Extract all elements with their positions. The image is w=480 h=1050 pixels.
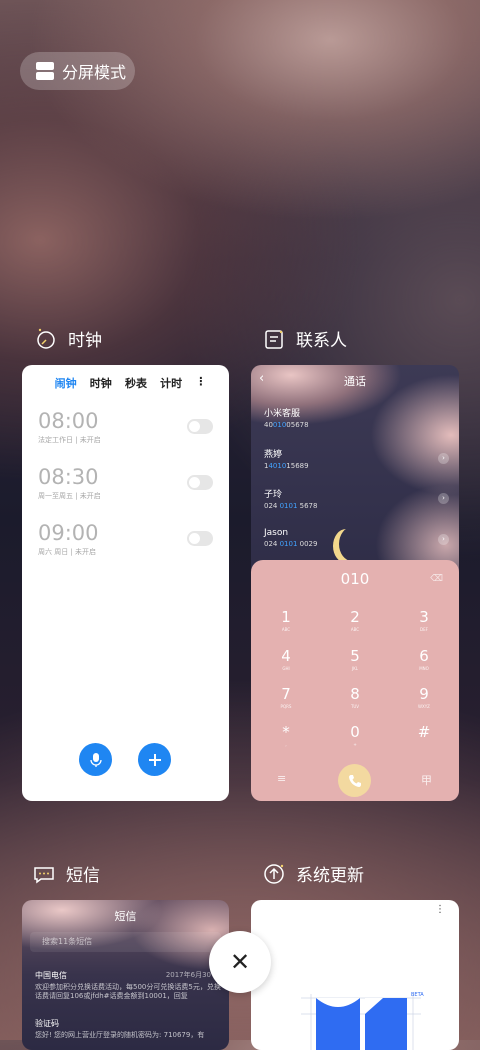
backspace-icon[interactable]: ⌫ xyxy=(430,574,443,584)
contacts-app-card[interactable]: ‹ 通话 小米客服 4001005678 燕婷 1401015689 › 子玲 … xyxy=(251,365,459,801)
sms-app-name: 短信 xyxy=(66,866,100,886)
clock-app-name: 时钟 xyxy=(68,331,102,351)
keypad-icon[interactable]: 甲 xyxy=(421,772,432,788)
add-alarm-button[interactable] xyxy=(138,743,171,776)
contact-phone: 024 0101 5678 xyxy=(264,502,318,510)
update-app-header[interactable]: 系统更新 xyxy=(262,861,364,886)
more-menu-icon[interactable]: ⋮ xyxy=(435,904,445,915)
moon-decoration-icon xyxy=(339,527,365,561)
contacts-title: 通话 xyxy=(344,375,366,388)
split-screen-button[interactable]: 分屏模式 xyxy=(20,52,135,90)
update-logo-illustration xyxy=(301,994,421,1050)
split-screen-icon xyxy=(36,62,54,80)
tab-alarm[interactable]: 闹钟 xyxy=(55,375,77,391)
contact-name: 子玲 xyxy=(264,490,283,500)
alarm-desc: 周六 周日 | 未开启 xyxy=(38,548,97,556)
microphone-icon xyxy=(89,752,102,767)
contact-name: 小米客服 xyxy=(264,409,301,419)
alarm-toggle[interactable] xyxy=(187,531,213,546)
dial-key-6[interactable]: 6 MNO xyxy=(404,647,444,671)
dial-key-hash[interactable]: # xyxy=(404,723,444,742)
more-menu-icon[interactable]: ⋮ xyxy=(195,375,206,391)
menu-icon[interactable]: ≡ xyxy=(277,772,286,785)
alarm-item[interactable]: 08:30 周一至周五 | 未开启 xyxy=(38,465,213,501)
alarm-toggle[interactable] xyxy=(187,475,213,490)
message-item[interactable]: 中国电信 2017年6月30 欢迎参加积分兑换话费活动，每500分可兑换话费5元… xyxy=(35,970,221,1001)
alarm-toggle[interactable] xyxy=(187,419,213,434)
tab-stopwatch[interactable]: 秒表 xyxy=(125,375,147,391)
contact-phone: 1401015689 xyxy=(264,462,309,470)
message-time: 2017年6月30 xyxy=(165,971,211,979)
update-app-card[interactable]: ⋮ BETA xyxy=(251,900,459,1050)
sms-app-icon xyxy=(32,862,56,886)
dial-key-3[interactable]: 3 DEF xyxy=(404,608,444,632)
tab-timer[interactable]: 计时 xyxy=(160,375,182,391)
close-all-button[interactable]: ✕ xyxy=(209,931,271,993)
chevron-right-icon[interactable]: › xyxy=(438,493,449,504)
dial-key-7[interactable]: 7 PQRS xyxy=(266,685,306,709)
update-app-name: 系统更新 xyxy=(296,866,364,886)
contacts-app-name: 联系人 xyxy=(296,331,347,351)
tab-clock[interactable]: 时钟 xyxy=(90,375,112,391)
sms-app-card[interactable]: 短信 搜索11条短信 中国电信 2017年6月30 欢迎参加积分兑换话费活动，每… xyxy=(22,900,229,1050)
contact-name: 燕婷 xyxy=(264,450,283,460)
phone-icon xyxy=(348,774,361,787)
dialpad: 010 ⌫ 1 ABC 2 ABC 3 DEF 4 GHI 5 JKL 6 MNO 7 PQR… xyxy=(251,560,459,801)
dial-key-4[interactable]: 4 GHI xyxy=(266,647,306,671)
clock-app-card[interactable]: 闹钟 时钟 秒表 计时 ⋮ 08:00 法定工作日 | 未开启 08:30 周一… xyxy=(22,365,229,801)
beta-label: BETA xyxy=(411,992,424,998)
dial-key-1[interactable]: 1 ABC xyxy=(266,608,306,632)
contacts-app-header[interactable]: 联系人 xyxy=(262,326,347,351)
contact-phone: 4001005678 xyxy=(264,421,309,429)
dial-key-0[interactable]: 0 + xyxy=(335,723,375,747)
contacts-app-icon xyxy=(262,327,286,351)
system-update-icon xyxy=(262,862,286,886)
sms-title: 短信 xyxy=(114,910,137,923)
sms-app-header[interactable]: 短信 xyxy=(32,861,100,886)
message-item[interactable]: 验证码 您好! 您的网上营业厅登录的随机密码为: 710679，有 xyxy=(35,1018,221,1041)
contact-row[interactable]: 子玲 024 0101 5678 › xyxy=(264,487,449,510)
dial-number: 010 xyxy=(340,570,370,588)
dial-key-8[interactable]: 8 TUV xyxy=(335,685,375,709)
alarm-desc: 法定工作日 | 未开启 xyxy=(38,436,101,444)
contact-row[interactable]: 小米客服 4001005678 xyxy=(264,406,449,429)
dial-key-star[interactable]: *, xyxy=(266,723,306,747)
voice-alarm-button[interactable] xyxy=(79,743,112,776)
message-body: 欢迎参加积分兑换话费活动，每500分可兑换话费5元，兑换话费请回复106或jfd… xyxy=(35,983,221,1000)
dial-key-2[interactable]: 2 ABC xyxy=(335,608,375,632)
clock-app-header[interactable]: 时钟 xyxy=(34,326,102,351)
alarm-desc: 周一至周五 | 未开启 xyxy=(38,492,101,500)
plus-icon xyxy=(148,753,161,766)
close-icon: ✕ xyxy=(229,948,251,976)
dial-key-5[interactable]: 5 JKL xyxy=(335,647,375,671)
clock-tabs: 闹钟 时钟 秒表 计时 ⋮ xyxy=(22,365,229,391)
chevron-right-icon[interactable]: › xyxy=(438,453,449,464)
sms-search-input[interactable]: 搜索11条短信 xyxy=(30,932,221,952)
contact-row[interactable]: 燕婷 1401015689 › xyxy=(264,447,449,470)
message-sender: 验证码 xyxy=(35,1019,59,1028)
clock-app-icon xyxy=(34,327,58,351)
alarm-item[interactable]: 08:00 法定工作日 | 未开启 xyxy=(38,409,213,445)
dial-key-9[interactable]: 9 WXYZ xyxy=(404,685,444,709)
chevron-right-icon[interactable]: › xyxy=(438,534,449,545)
call-button[interactable] xyxy=(338,764,371,797)
split-screen-label: 分屏模式 xyxy=(62,63,127,82)
alarm-item[interactable]: 09:00 周六 周日 | 未开启 xyxy=(38,521,213,557)
